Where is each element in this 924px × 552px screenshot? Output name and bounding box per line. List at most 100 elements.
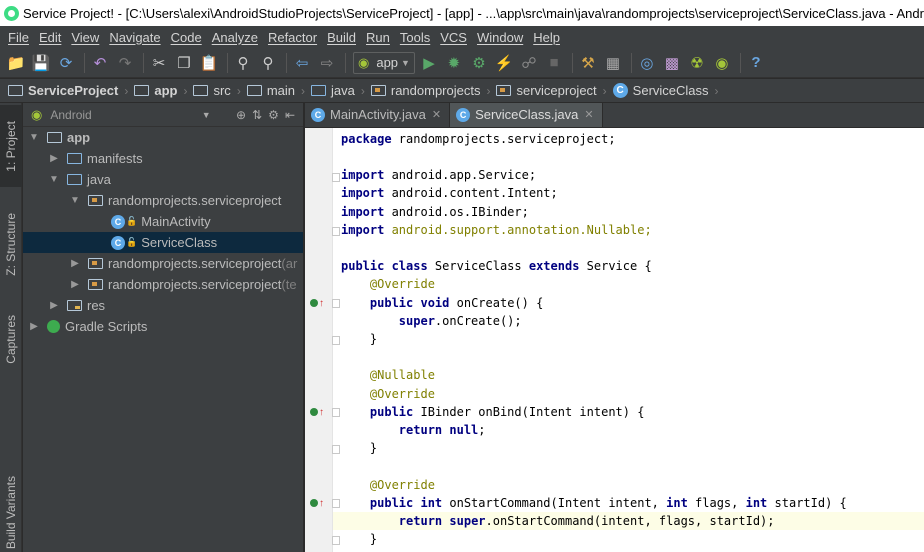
android-monitor-icon[interactable]: ☢ (686, 52, 708, 74)
breadcrumb-main[interactable]: main › (246, 83, 305, 98)
cut-icon[interactable]: ✂ (148, 52, 170, 74)
back-icon[interactable]: ⇦ (291, 52, 313, 74)
tree-item-manifests[interactable]: ▶ manifests (23, 148, 303, 169)
breadcrumb-src[interactable]: src › (193, 83, 241, 98)
menu-help[interactable]: Help (528, 30, 565, 45)
code-line: package randomprojects.serviceproject; (341, 130, 616, 148)
hide-panel-icon[interactable]: ⇤ (285, 108, 295, 122)
settings-icon[interactable]: ▦ (602, 52, 624, 74)
android-device-icon[interactable]: ◉ (711, 52, 733, 74)
scroll-from-source-icon[interactable]: ⊕ (236, 108, 246, 122)
breadcrumb-project[interactable]: ServiceProject › (8, 83, 128, 98)
tab-build-variants[interactable]: Build Variants (0, 473, 22, 552)
tree-item-suffix: (ar (281, 256, 298, 271)
tree-item-mainactivity[interactable]: C 🔓 MainActivity (23, 211, 303, 232)
attach-debugger-icon[interactable]: ⚙ (468, 52, 490, 74)
fold-marker-icon[interactable] (332, 408, 340, 417)
replace-icon[interactable]: ⚲ (257, 52, 279, 74)
tree-item-label: java (87, 172, 111, 187)
code-text: Service { (579, 259, 652, 273)
expand-arrow-icon[interactable]: ▼ (47, 174, 61, 185)
tree-item-package-androidtest[interactable]: ▶ randomprojects.serviceproject (ar (23, 253, 303, 274)
collapse-arrow-icon[interactable]: ▶ (68, 258, 82, 269)
android-icon: ◉ (358, 54, 370, 70)
override-marker-icon[interactable]: ↑ (310, 496, 324, 510)
menu-tools[interactable]: Tools (395, 30, 435, 45)
fold-marker-icon[interactable] (332, 173, 340, 182)
save-all-icon[interactable]: 💾 (30, 52, 52, 74)
code-text: .onCreate(); (434, 314, 522, 328)
collapse-arrow-icon[interactable]: ▶ (47, 153, 61, 164)
stop-icon[interactable]: ■ (543, 52, 565, 74)
tab-structure[interactable]: Z: Structure (0, 199, 22, 289)
find-icon[interactable]: ⚲ (232, 52, 254, 74)
breadcrumb: ServiceProject › app › src › main › java… (0, 79, 924, 103)
menu-view[interactable]: View (66, 30, 104, 45)
apply-changes-icon[interactable]: ⚡ (493, 52, 515, 74)
menu-window[interactable]: Window (472, 30, 528, 45)
close-icon[interactable]: ✕ (432, 108, 441, 121)
close-icon[interactable]: ✕ (584, 108, 593, 121)
menu-run[interactable]: Run (361, 30, 395, 45)
menu-analyze[interactable]: Analyze (207, 30, 263, 45)
menu-vcs[interactable]: VCS (435, 30, 472, 45)
tab-serviceclass[interactable]: C ServiceClass.java ✕ (450, 103, 603, 127)
breadcrumb-app[interactable]: app › (134, 83, 187, 98)
lock-icon: 🔓 (126, 237, 138, 247)
collapse-all-icon[interactable]: ⇅ (252, 108, 262, 122)
menu-code[interactable]: Code (166, 30, 207, 45)
expand-arrow-icon[interactable]: ▼ (68, 195, 82, 206)
profile-icon[interactable]: ☍ (518, 52, 540, 74)
expand-arrow-icon[interactable]: ▼ (27, 132, 41, 143)
project-view-select[interactable]: Android (50, 108, 91, 122)
run-icon[interactable]: ▶ (418, 52, 440, 74)
debug-icon[interactable]: ✹ (443, 52, 465, 74)
copy-icon[interactable]: ❐ (173, 52, 195, 74)
avd-manager-icon[interactable]: ◎ (636, 52, 658, 74)
menu-refactor[interactable]: Refactor (263, 30, 322, 45)
tree-item-package-test[interactable]: ▶ randomprojects.serviceproject (te (23, 274, 303, 295)
breadcrumb-serviceclass[interactable]: C ServiceClass › (612, 83, 719, 98)
chevron-down-icon[interactable]: ▼ (202, 110, 211, 120)
fold-marker-icon[interactable] (332, 445, 340, 454)
fold-marker-icon[interactable] (332, 536, 340, 545)
breadcrumb-java[interactable]: java › (311, 83, 365, 98)
project-structure-icon[interactable]: ⚒ (577, 52, 599, 74)
tab-captures[interactable]: Captures (0, 299, 22, 379)
fold-marker-icon[interactable] (332, 499, 340, 508)
code-editor[interactable]: ↑ ↑ ↑ package randomprojects.serviceproj… (305, 128, 924, 552)
breadcrumb-randomprojects[interactable]: randomprojects › (370, 83, 490, 98)
help-icon[interactable]: ? (745, 52, 767, 74)
run-configuration-select[interactable]: ◉ app ▼ (353, 51, 415, 74)
tree-item-gradle-scripts[interactable]: ▶ Gradle Scripts (23, 316, 303, 337)
tab-mainactivity[interactable]: C MainActivity.java ✕ (305, 103, 451, 127)
sync-icon[interactable]: ⟳ (55, 52, 77, 74)
override-marker-icon[interactable]: ↑ (310, 405, 324, 419)
open-icon[interactable]: 📁 (5, 52, 27, 74)
tree-item-package-main[interactable]: ▼ randomprojects.serviceproject (23, 190, 303, 211)
menu-edit[interactable]: Edit (34, 30, 66, 45)
fold-marker-icon[interactable] (332, 336, 340, 345)
paste-icon[interactable]: 📋 (198, 52, 220, 74)
tree-item-serviceclass[interactable]: C 🔓 ServiceClass (23, 232, 303, 253)
menu-file[interactable]: File (3, 30, 34, 45)
tree-item-res[interactable]: ▶ res (23, 295, 303, 316)
collapse-arrow-icon[interactable]: ▶ (68, 279, 82, 290)
redo-icon[interactable]: ↷ (114, 52, 136, 74)
tree-item-app[interactable]: ▼ app (23, 127, 303, 148)
forward-icon[interactable]: ⇨ (316, 52, 338, 74)
tab-project[interactable]: 1: Project (0, 105, 22, 187)
collapse-arrow-icon[interactable]: ▶ (27, 321, 41, 332)
sdk-manager-icon[interactable]: ▩ (661, 52, 683, 74)
collapse-arrow-icon[interactable]: ▶ (47, 300, 61, 311)
breadcrumb-serviceproject[interactable]: serviceproject › (496, 83, 607, 98)
gear-icon[interactable]: ⚙ (268, 108, 279, 122)
menu-navigate[interactable]: Navigate (104, 30, 165, 45)
fold-marker-icon[interactable] (332, 299, 340, 308)
undo-icon[interactable]: ↶ (89, 52, 111, 74)
override-marker-icon[interactable]: ↑ (310, 296, 324, 310)
fold-marker-icon[interactable] (332, 227, 340, 236)
menu-build[interactable]: Build (322, 30, 361, 45)
code-annotation: @Override (369, 387, 435, 401)
tree-item-java[interactable]: ▼ java (23, 169, 303, 190)
